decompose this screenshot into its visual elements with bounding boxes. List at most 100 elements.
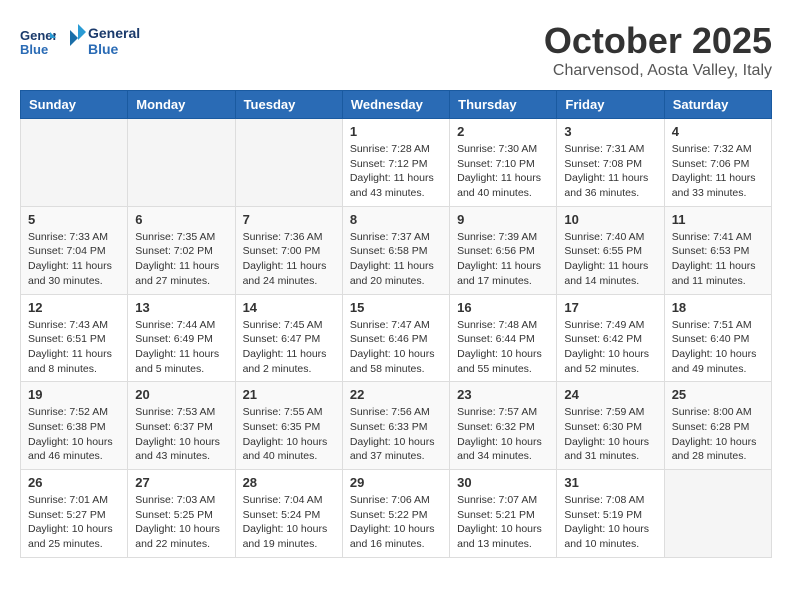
day-content: Sunrise: 7:33 AM Sunset: 7:04 PM Dayligh… [28,230,120,289]
day-content: Sunrise: 7:47 AM Sunset: 6:46 PM Dayligh… [350,318,442,377]
day-content: Sunrise: 7:57 AM Sunset: 6:32 PM Dayligh… [457,405,549,464]
calendar-day-cell [128,119,235,207]
calendar-day-cell: 24 Sunrise: 7:59 AM Sunset: 6:30 PM Dayli… [557,382,664,470]
calendar-header-row: SundayMondayTuesdayWednesdayThursdayFrid… [21,91,772,119]
calendar-day-cell: 9 Sunrise: 7:39 AM Sunset: 6:56 PM Daylig… [450,206,557,294]
day-number: 6 [135,212,227,227]
day-content: Sunrise: 7:40 AM Sunset: 6:55 PM Dayligh… [564,230,656,289]
day-number: 24 [564,387,656,402]
general-blue-logo: General Blue [60,20,160,64]
title-area: October 2025 Charvensod, Aosta Valley, I… [544,20,772,80]
calendar-week-row: 12 Sunrise: 7:43 AM Sunset: 6:51 PM Dayli… [21,294,772,382]
day-number: 21 [243,387,335,402]
day-content: Sunrise: 7:55 AM Sunset: 6:35 PM Dayligh… [243,405,335,464]
day-content: Sunrise: 7:30 AM Sunset: 7:10 PM Dayligh… [457,142,549,201]
calendar-week-row: 26 Sunrise: 7:01 AM Sunset: 5:27 PM Dayli… [21,470,772,558]
svg-text:Blue: Blue [88,41,119,57]
calendar-table: SundayMondayTuesdayWednesdayThursdayFrid… [20,90,772,558]
day-number: 4 [672,124,764,139]
calendar-day-cell: 15Sunrise: 7:47 AM Sunset: 6:46 PM Dayli… [342,294,449,382]
day-content: Sunrise: 7:36 AM Sunset: 7:00 PM Dayligh… [243,230,335,289]
day-number: 31 [564,475,656,490]
calendar-day-cell [21,119,128,207]
day-content: Sunrise: 7:41 AM Sunset: 6:53 PM Dayligh… [672,230,764,289]
day-number: 9 [457,212,549,227]
day-number: 19 [28,387,120,402]
day-number: 20 [135,387,227,402]
logo-icon: General Blue [20,24,56,60]
day-content: Sunrise: 7:01 AM Sunset: 5:27 PM Dayligh… [28,493,120,552]
location-subtitle: Charvensod, Aosta Valley, Italy [544,62,772,80]
day-content: Sunrise: 7:39 AM Sunset: 6:56 PM Dayligh… [457,230,549,289]
day-content: Sunrise: 7:28 AM Sunset: 7:12 PM Dayligh… [350,142,442,201]
calendar-day-cell: 14 Sunrise: 7:45 AM Sunset: 6:47 PM Dayli… [235,294,342,382]
day-number: 13 [135,300,227,315]
svg-text:General: General [88,25,140,41]
day-number: 26 [28,475,120,490]
calendar-day-cell: 13 Sunrise: 7:44 AM Sunset: 6:49 PM Dayli… [128,294,235,382]
day-of-week-header: Saturday [664,91,771,119]
page-header: General Blue General Blue October 2025 C… [20,20,772,80]
day-number: 10 [564,212,656,227]
day-content: Sunrise: 7:35 AM Sunset: 7:02 PM Dayligh… [135,230,227,289]
calendar-day-cell: 4Sunrise: 7:32 AM Sunset: 7:06 PM Daylig… [664,119,771,207]
day-number: 3 [564,124,656,139]
calendar-day-cell [235,119,342,207]
day-content: Sunrise: 7:04 AM Sunset: 5:24 PM Dayligh… [243,493,335,552]
day-content: Sunrise: 7:49 AM Sunset: 6:42 PM Dayligh… [564,318,656,377]
calendar-week-row: 19 Sunrise: 7:52 AM Sunset: 6:38 PM Dayli… [21,382,772,470]
day-number: 11 [672,212,764,227]
day-number: 14 [243,300,335,315]
day-number: 28 [243,475,335,490]
day-content: Sunrise: 7:07 AM Sunset: 5:21 PM Dayligh… [457,493,549,552]
calendar-day-cell: 8Sunrise: 7:37 AM Sunset: 6:58 PM Daylig… [342,206,449,294]
calendar-day-cell: 1 Sunrise: 7:28 AM Sunset: 7:12 PM Daylig… [342,119,449,207]
calendar-day-cell: 19 Sunrise: 7:52 AM Sunset: 6:38 PM Dayli… [21,382,128,470]
calendar-day-cell: 11 Sunrise: 7:41 AM Sunset: 6:53 PM Dayli… [664,206,771,294]
calendar-day-cell: 25Sunrise: 8:00 AM Sunset: 6:28 PM Dayli… [664,382,771,470]
calendar-week-row: 5Sunrise: 7:33 AM Sunset: 7:04 PM Daylig… [21,206,772,294]
calendar-day-cell: 30 Sunrise: 7:07 AM Sunset: 5:21 PM Dayli… [450,470,557,558]
day-content: Sunrise: 7:31 AM Sunset: 7:08 PM Dayligh… [564,142,656,201]
day-content: Sunrise: 7:43 AM Sunset: 6:51 PM Dayligh… [28,318,120,377]
day-number: 2 [457,124,549,139]
day-content: Sunrise: 7:06 AM Sunset: 5:22 PM Dayligh… [350,493,442,552]
day-number: 29 [350,475,442,490]
day-content: Sunrise: 7:44 AM Sunset: 6:49 PM Dayligh… [135,318,227,377]
calendar-day-cell [664,470,771,558]
calendar-day-cell: 20 Sunrise: 7:53 AM Sunset: 6:37 PM Dayli… [128,382,235,470]
day-number: 16 [457,300,549,315]
day-number: 22 [350,387,442,402]
day-content: Sunrise: 7:51 AM Sunset: 6:40 PM Dayligh… [672,318,764,377]
day-content: Sunrise: 7:52 AM Sunset: 6:38 PM Dayligh… [28,405,120,464]
calendar-week-row: 1 Sunrise: 7:28 AM Sunset: 7:12 PM Daylig… [21,119,772,207]
day-content: Sunrise: 7:59 AM Sunset: 6:30 PM Dayligh… [564,405,656,464]
calendar-day-cell: 18Sunrise: 7:51 AM Sunset: 6:40 PM Dayli… [664,294,771,382]
day-of-week-header: Thursday [450,91,557,119]
day-content: Sunrise: 7:08 AM Sunset: 5:19 PM Dayligh… [564,493,656,552]
day-number: 12 [28,300,120,315]
day-number: 30 [457,475,549,490]
day-number: 1 [350,124,442,139]
logo: General Blue General Blue [20,20,160,64]
calendar-day-cell: 29 Sunrise: 7:06 AM Sunset: 5:22 PM Dayli… [342,470,449,558]
day-of-week-header: Tuesday [235,91,342,119]
calendar-day-cell: 2 Sunrise: 7:30 AM Sunset: 7:10 PM Daylig… [450,119,557,207]
day-number: 8 [350,212,442,227]
calendar-day-cell: 16Sunrise: 7:48 AM Sunset: 6:44 PM Dayli… [450,294,557,382]
calendar-day-cell: 17 Sunrise: 7:49 AM Sunset: 6:42 PM Dayli… [557,294,664,382]
calendar-day-cell: 27Sunrise: 7:03 AM Sunset: 5:25 PM Dayli… [128,470,235,558]
month-title: October 2025 [544,20,772,62]
calendar-day-cell: 23Sunrise: 7:57 AM Sunset: 6:32 PM Dayli… [450,382,557,470]
day-content: Sunrise: 8:00 AM Sunset: 6:28 PM Dayligh… [672,405,764,464]
day-content: Sunrise: 7:03 AM Sunset: 5:25 PM Dayligh… [135,493,227,552]
day-content: Sunrise: 7:45 AM Sunset: 6:47 PM Dayligh… [243,318,335,377]
day-number: 7 [243,212,335,227]
day-number: 17 [564,300,656,315]
calendar-day-cell: 10 Sunrise: 7:40 AM Sunset: 6:55 PM Dayli… [557,206,664,294]
day-content: Sunrise: 7:53 AM Sunset: 6:37 PM Dayligh… [135,405,227,464]
calendar-day-cell: 22 Sunrise: 7:56 AM Sunset: 6:33 PM Dayli… [342,382,449,470]
calendar-day-cell: 26 Sunrise: 7:01 AM Sunset: 5:27 PM Dayli… [21,470,128,558]
day-content: Sunrise: 7:56 AM Sunset: 6:33 PM Dayligh… [350,405,442,464]
calendar-day-cell: 3 Sunrise: 7:31 AM Sunset: 7:08 PM Daylig… [557,119,664,207]
